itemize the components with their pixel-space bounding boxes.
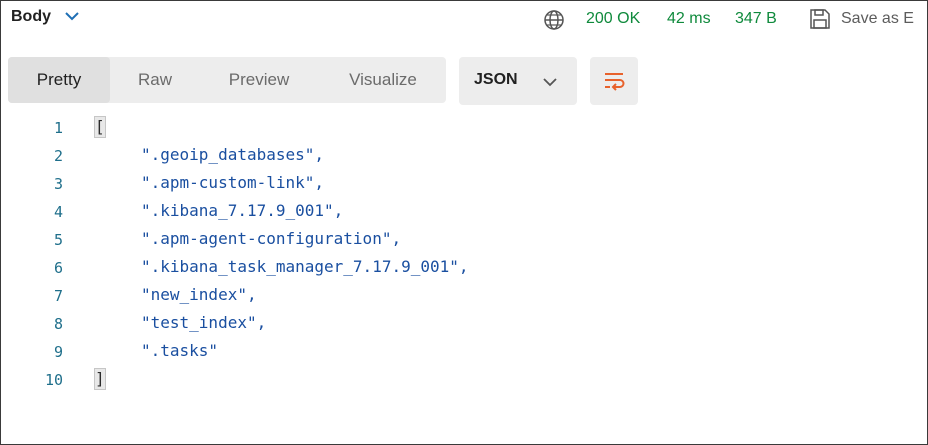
code-string: ".kibana_7.17.9_001",	[141, 201, 344, 220]
response-panel: Body 200 OK 42 ms 347 B Save as E Pretty…	[0, 0, 928, 445]
code-string: ".kibana_task_manager_7.17.9_001",	[141, 257, 469, 276]
save-as-example-button[interactable]: Save as E	[841, 10, 914, 28]
code-string: ".geoip_databases",	[141, 145, 325, 164]
body-label: Body	[11, 8, 51, 25]
chevron-down-icon	[543, 74, 557, 92]
save-icon[interactable]	[809, 8, 831, 35]
line-number: 4	[53, 203, 63, 221]
code-line: 3 ".apm-custom-link",	[1, 169, 927, 197]
response-header: Body 200 OK 42 ms 347 B Save as E	[1, 1, 927, 37]
code-string: "new_index",	[141, 285, 257, 304]
line-number: 5	[53, 231, 63, 249]
tab-preview[interactable]: Preview	[208, 57, 310, 103]
line-number: 2	[53, 147, 63, 165]
code-string: "test_index",	[141, 313, 267, 332]
code-line: 5 ".apm-agent-configuration",	[1, 225, 927, 253]
tab-raw[interactable]: Raw	[118, 57, 192, 103]
code-line: 9 ".tasks"	[1, 337, 927, 365]
line-number: 9	[53, 343, 63, 361]
code-string: ".tasks"	[141, 341, 219, 360]
tab-pretty[interactable]: Pretty	[8, 57, 110, 103]
code-line: 6 ".kibana_task_manager_7.17.9_001",	[1, 253, 927, 281]
wrap-lines-icon	[605, 73, 625, 91]
code-line: 8 "test_index",	[1, 309, 927, 337]
format-dropdown[interactable]: JSON	[459, 57, 577, 105]
code-line: 7 "new_index",	[1, 281, 927, 309]
code-line: 1 [	[1, 113, 927, 141]
status-code[interactable]: 200 OK	[586, 10, 640, 28]
response-size[interactable]: 347 B	[735, 10, 777, 28]
close-bracket: ]	[94, 368, 106, 390]
chevron-down-icon	[65, 8, 79, 26]
line-number: 6	[53, 259, 63, 277]
code-line: 2 ".geoip_databases",	[1, 141, 927, 169]
line-number: 3	[53, 175, 63, 193]
line-number: 8	[53, 315, 63, 333]
body-dropdown[interactable]: Body	[11, 8, 79, 26]
globe-icon[interactable]	[543, 9, 565, 36]
code-line: 4 ".kibana_7.17.9_001",	[1, 197, 927, 225]
open-bracket: [	[94, 116, 106, 138]
code-string: ".apm-agent-configuration",	[141, 229, 402, 248]
tab-visualize[interactable]: Visualize	[328, 57, 438, 103]
line-number: 7	[53, 287, 63, 305]
view-mode-tabs: Pretty Raw Preview Visualize	[8, 57, 446, 103]
line-number: 10	[44, 371, 63, 389]
format-label: JSON	[474, 71, 518, 88]
response-time[interactable]: 42 ms	[667, 10, 711, 28]
code-line: 10 ]	[1, 365, 927, 393]
code-string: ".apm-custom-link",	[141, 173, 325, 192]
wrap-lines-button[interactable]	[590, 57, 638, 105]
line-number: 1	[53, 119, 63, 137]
